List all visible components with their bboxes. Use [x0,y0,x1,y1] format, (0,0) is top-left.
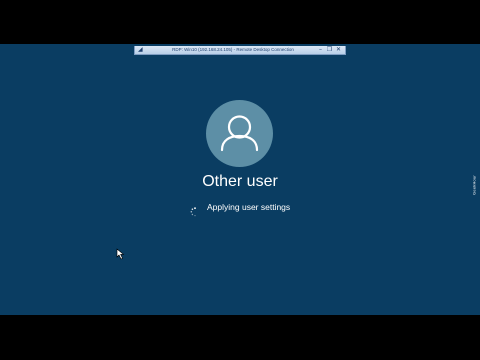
remote-desktop-connection-bar[interactable]: ◢ RDP: Win10 (192.168.24.105) - Remote D… [134,46,346,55]
connection-bar-controls: – ❐ ✕ [317,46,342,53]
loading-spinner-icon [190,202,200,217]
pin-icon[interactable]: ◢ [138,47,143,53]
mouse-pointer-icon [116,245,126,264]
watermark: GeekHour [468,160,480,210]
restore-icon[interactable]: ❐ [326,46,333,53]
user-avatar-icon [206,100,273,167]
user-name: Other user [202,173,278,190]
status-text: Applying user settings [207,202,291,212]
status-row: Applying user settings [190,200,291,217]
close-icon[interactable]: ✕ [335,46,342,53]
connection-bar-title: RDP: Win10 (192.168.24.105) - Remote Des… [172,47,294,52]
minimize-icon[interactable]: – [317,46,324,53]
watermark-text: GeekHour [471,175,477,195]
